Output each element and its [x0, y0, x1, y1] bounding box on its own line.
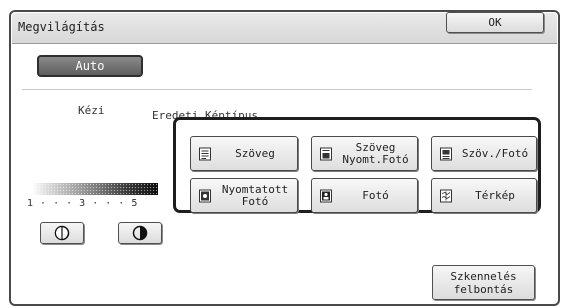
- exposure-gauge-dither: [32, 183, 158, 195]
- text-printed-photo-icon: [320, 147, 332, 160]
- auto-mode-button[interactable]: Auto: [37, 55, 143, 77]
- manual-mode-label: Kézi: [78, 104, 105, 117]
- text-doc-icon: [199, 147, 211, 160]
- lighter-button[interactable]: [40, 222, 84, 244]
- text-photo-icon: [440, 147, 452, 160]
- dialog-title: Megvilágítás: [18, 20, 105, 34]
- type-map-label: Térkép: [475, 188, 515, 202]
- type-text-photo-label: Szöv./Fotó: [461, 146, 529, 160]
- exposure-scale: 1 · · · 3 · · · 5: [27, 198, 138, 209]
- screen: Megvilágítás OK Auto Kézi Eredeti Képtíp…: [0, 0, 567, 308]
- type-text-printed-photo-label: Szöveg Nyomt.Fotó: [342, 140, 409, 166]
- lighter-icon: [54, 225, 70, 241]
- type-text-printed-photo-button[interactable]: Szöveg Nyomt.Fotó: [311, 136, 418, 171]
- type-photo-label: Fotó: [362, 188, 389, 202]
- divider: [22, 89, 532, 90]
- type-text-button[interactable]: Szöveg: [190, 136, 298, 171]
- type-text-label: Szöveg: [235, 146, 275, 160]
- type-map-button[interactable]: Térkép: [431, 178, 537, 213]
- ok-button[interactable]: OK: [446, 12, 544, 33]
- type-printed-photo-label: Nyomtatott Fotó: [221, 182, 289, 208]
- scan-resolution-button[interactable]: Szkennelés felbontás: [432, 265, 535, 300]
- photo-icon: [320, 189, 332, 202]
- type-printed-photo-button[interactable]: Nyomtatott Fotó: [190, 178, 298, 213]
- map-icon: [440, 189, 452, 202]
- printed-photo-icon: [199, 189, 211, 202]
- darker-button[interactable]: [118, 222, 162, 244]
- type-text-photo-button[interactable]: Szöv./Fotó: [431, 136, 537, 171]
- type-photo-button[interactable]: Fotó: [311, 178, 418, 213]
- darker-icon: [132, 225, 148, 241]
